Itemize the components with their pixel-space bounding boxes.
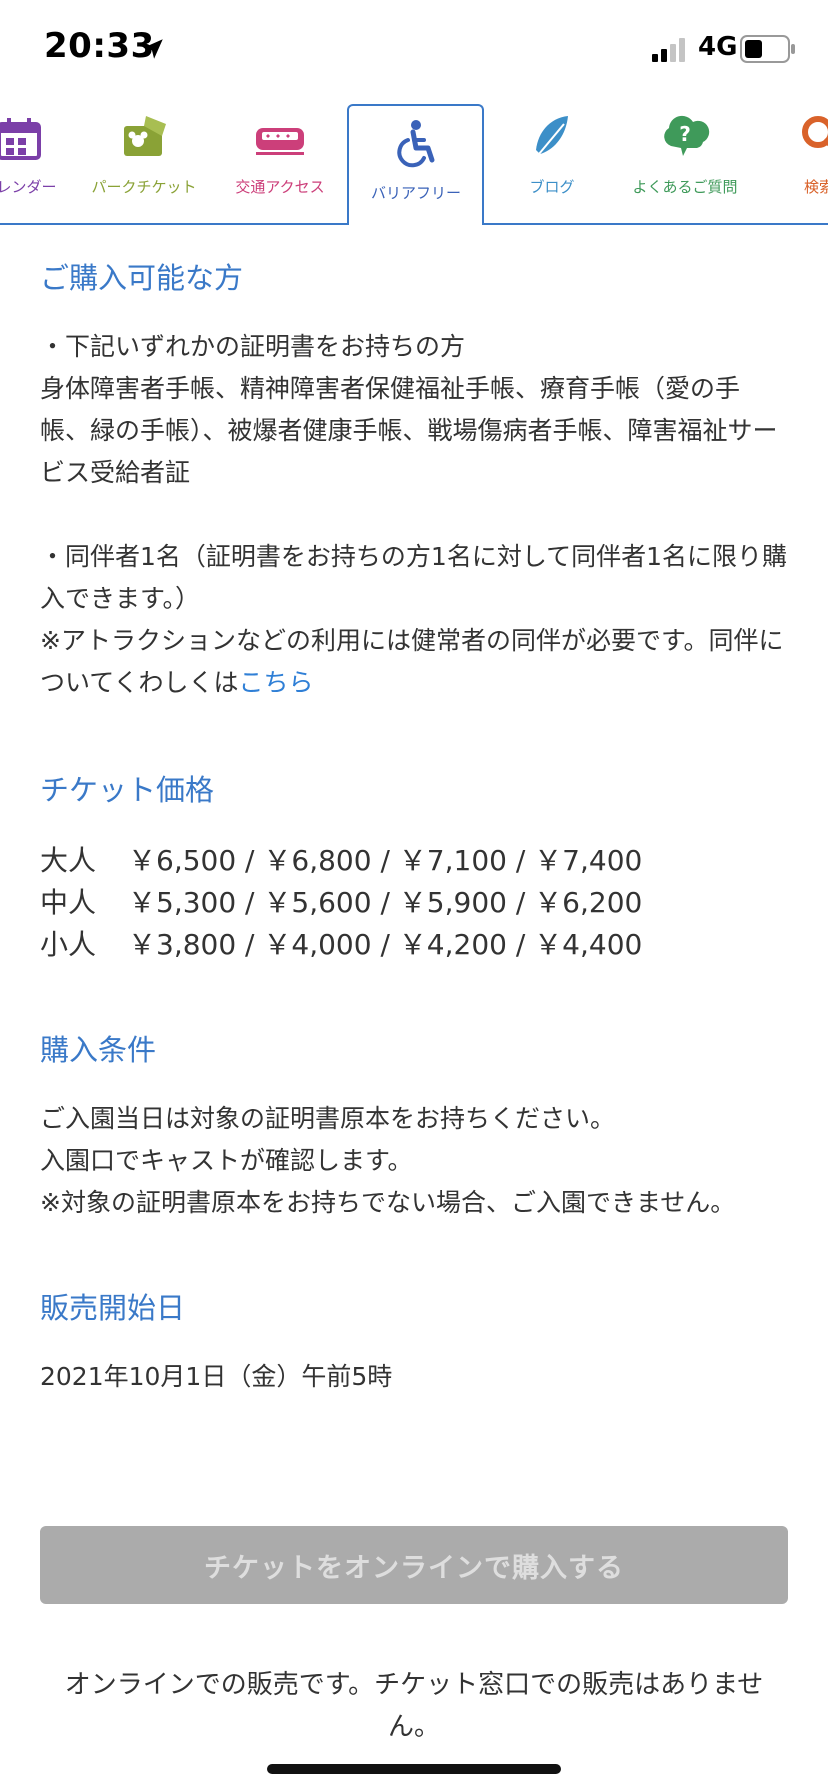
- location-arrow-icon: [143, 39, 163, 59]
- section-heading-conditions: 購入条件: [40, 1033, 157, 1067]
- tab-faq[interactable]: ? よくあるご質問: [620, 110, 750, 222]
- eligible-companion-text: ・同伴者1名（証明書をお持ちの方1名に対して同伴者1名に限り購入できます。） ※…: [40, 536, 788, 704]
- tab-label: パークチケット: [91, 178, 197, 196]
- tab-park-ticket[interactable]: パークチケット: [86, 110, 202, 222]
- price-values: ￥5,300 / ￥5,600 / ￥5,900 / ￥6,200: [128, 886, 643, 919]
- category-tab-bar: カレンダー パークチケット 交通アクセス バリアフリー: [0, 96, 828, 226]
- tab-search[interactable]: 検索: [778, 110, 828, 222]
- home-indicator[interactable]: [267, 1764, 561, 1774]
- companion-details-link[interactable]: こちら: [239, 668, 314, 697]
- signal-strength-icon: [652, 38, 685, 62]
- online-only-note: オンラインでの販売です。チケット窓口での販売はありません。: [64, 1670, 764, 1742]
- main-content: ご購入可能な方 ・下記いずれかの証明書をお持ちの方 身体障害者手帳、精神障害者保…: [40, 226, 788, 1398]
- section-heading-eligible: ご購入可能な方: [40, 261, 244, 295]
- network-type: 4G: [698, 32, 738, 62]
- tab-divider: [0, 223, 348, 225]
- price-label: 大人: [40, 844, 97, 877]
- price-row-adult: 大人 ￥6,500 / ￥6,800 / ￥7,100 / ￥7,400: [40, 840, 788, 882]
- train-icon: [256, 128, 304, 155]
- conditions-text: ご入園当日は対象の証明書原本をお持ちください。 入園口でキャストが確認します。 …: [40, 1104, 736, 1217]
- tab-label: よくあるご質問: [632, 178, 738, 196]
- companion-text: ・同伴者1名（証明書をお持ちの方1名に対して同伴者1名に限り購入できます。） ※…: [40, 542, 787, 697]
- feather-icon: [533, 116, 568, 161]
- tab-blog[interactable]: ブログ: [494, 110, 610, 222]
- search-icon: [802, 116, 828, 148]
- tab-label: カレンダー: [0, 178, 57, 196]
- tab-divider: [484, 223, 828, 225]
- tab-transport-access[interactable]: 交通アクセス: [222, 110, 338, 222]
- tab-label: ブログ: [529, 178, 575, 196]
- tab-label: 交通アクセス: [235, 178, 325, 196]
- tab-label: バリアフリー: [370, 184, 461, 202]
- price-table: 大人 ￥6,500 / ￥6,800 / ￥7,100 / ￥7,400 中人 ￥5…: [40, 840, 788, 966]
- buy-ticket-online-button[interactable]: チケットをオンラインで購入する: [40, 1526, 788, 1604]
- status-bar: 20:33 4G: [0, 0, 828, 96]
- section-heading-sale-start: 販売開始日: [40, 1291, 186, 1325]
- price-label: 中人: [40, 886, 97, 919]
- calendar-icon: [0, 118, 41, 160]
- tab-calendar[interactable]: カレンダー: [0, 110, 74, 222]
- status-time: 20:33: [44, 26, 155, 66]
- tab-label: 検索: [804, 178, 828, 196]
- price-row-junior: 中人 ￥5,300 / ￥5,600 / ￥5,900 / ￥6,200: [40, 882, 788, 924]
- question-cloud-icon: ?: [664, 115, 710, 156]
- wheelchair-icon: [397, 120, 435, 168]
- price-row-child: 小人 ￥3,800 / ￥4,000 / ￥4,200 / ￥4,400: [40, 924, 788, 966]
- price-label: 小人: [40, 928, 97, 961]
- section-heading-price: チケット価格: [40, 773, 215, 807]
- price-values: ￥6,500 / ￥6,800 / ￥7,100 / ￥7,400: [128, 844, 643, 877]
- park-ticket-icon: [124, 116, 166, 156]
- battery-icon: [740, 35, 795, 63]
- svg-text:?: ?: [679, 122, 691, 146]
- eligible-certificates-text: ・下記いずれかの証明書をお持ちの方 身体障害者手帳、精神障害者保健福祉手帳、療育…: [40, 332, 778, 487]
- price-values: ￥3,800 / ￥4,000 / ￥4,200 / ￥4,400: [128, 928, 643, 961]
- tab-barrier-free[interactable]: バリアフリー: [354, 116, 478, 228]
- sale-start-date: 2021年10月1日（金）午前5時: [40, 1362, 393, 1391]
